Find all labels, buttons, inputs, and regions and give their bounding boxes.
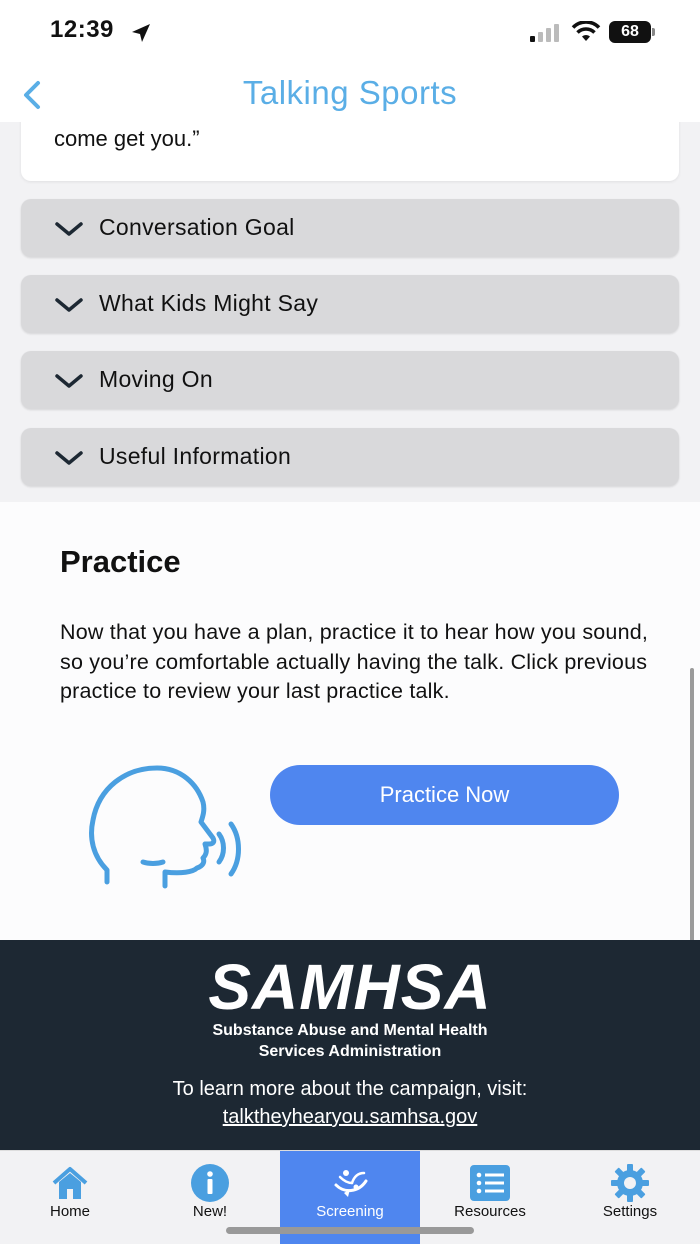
- home-icon: [52, 1167, 88, 1199]
- practice-title: Practice: [60, 544, 181, 579]
- samhsa-logo: SAMHSA: [208, 951, 492, 1023]
- quote-card: come get you.”: [21, 122, 679, 181]
- quote-text: come get you.”: [54, 126, 200, 151]
- home-indicator[interactable]: [226, 1227, 474, 1234]
- status-bar: 12:39 68: [0, 0, 700, 66]
- accordion-label: Useful Information: [99, 443, 292, 469]
- accordion-conversation-goal[interactable]: Conversation Goal: [21, 199, 679, 257]
- nav-bar: Talking Sports: [0, 66, 700, 122]
- tab-home[interactable]: Home: [0, 1151, 140, 1244]
- chevron-down-icon: [55, 374, 83, 388]
- practice-now-button[interactable]: Practice Now: [270, 765, 619, 825]
- tab-label: New!: [192, 1203, 228, 1220]
- accordion-label: Moving On: [99, 366, 213, 392]
- status-time: 12:39: [50, 16, 114, 43]
- chevron-down-icon: [55, 298, 83, 312]
- battery-tip: [652, 28, 655, 36]
- accordion-useful-information[interactable]: Useful Information: [21, 428, 679, 486]
- screening-icon: [334, 1170, 368, 1197]
- chevron-down-icon: [55, 222, 83, 236]
- speaking-head-icon: [89, 765, 241, 889]
- battery-icon: 68: [609, 21, 651, 43]
- signal-icon: [530, 24, 559, 42]
- learn-more-text: To learn more about the campaign, visit:: [172, 1078, 528, 1100]
- samhsa-subtitle-line1: Substance Abuse and Mental Health: [212, 1022, 488, 1039]
- practice-section: Practice Now that you have a plan, pract…: [0, 502, 700, 940]
- tab-bar: Home New! Screening Resources Settings: [0, 1150, 700, 1244]
- practice-description: Now that you have a plan, practice it to…: [60, 620, 649, 703]
- tab-label: Home: [49, 1203, 90, 1220]
- content-scroll-area[interactable]: come get you.” Conversation Goal What Ki…: [0, 122, 700, 940]
- tab-label: Screening: [316, 1203, 384, 1220]
- accordion-what-kids-might-say[interactable]: What Kids Might Say: [21, 275, 679, 333]
- accordion-label: What Kids Might Say: [99, 290, 319, 316]
- samhsa-subtitle-line2: Services Administration: [258, 1043, 442, 1060]
- tab-label: Resources: [454, 1203, 526, 1220]
- info-icon: [191, 1164, 229, 1202]
- location-arrow-icon: [132, 24, 150, 42]
- chevron-down-icon: [55, 451, 83, 465]
- tab-label: Settings: [602, 1203, 658, 1220]
- accordion-label: Conversation Goal: [99, 214, 295, 240]
- page-title: Talking Sports: [242, 74, 458, 111]
- gear-icon: [611, 1164, 649, 1202]
- samhsa-subtitle: Substance Abuse and Mental Health Servic…: [0, 1020, 700, 1062]
- list-icon: [470, 1165, 510, 1201]
- accordion-moving-on[interactable]: Moving On: [21, 351, 679, 409]
- tab-settings[interactable]: Settings: [560, 1151, 700, 1244]
- samhsa-footer: SAMHSA Substance Abuse and Mental Health…: [0, 940, 700, 1150]
- wifi-icon: [571, 21, 601, 41]
- campaign-link[interactable]: talktheyhearyou.samhsa.gov: [0, 1106, 700, 1129]
